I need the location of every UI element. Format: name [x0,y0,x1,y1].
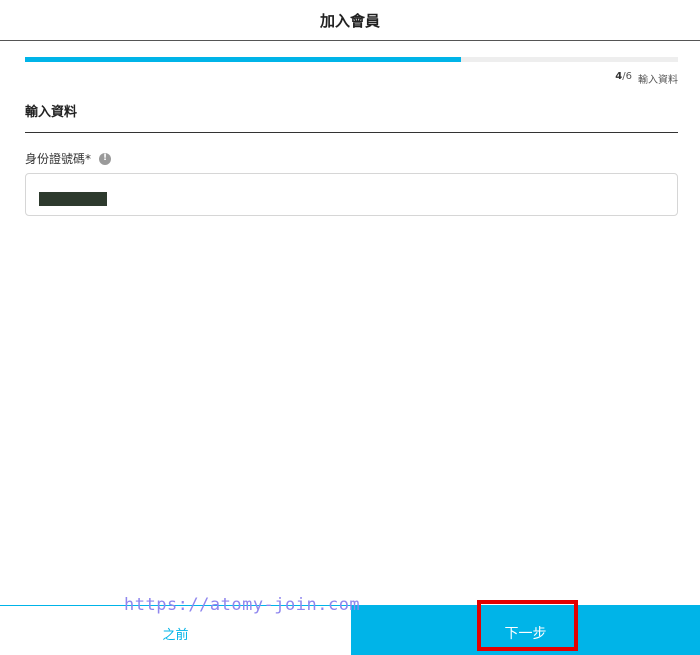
redacted-id-value [39,192,107,206]
step-indicator: 4/6 輸入資料 [615,71,678,86]
id-field-label-row: 身份證號碼* ! [25,150,112,167]
info-icon[interactable]: ! [99,152,112,165]
watermark-url: https://atomy-join.com [124,595,361,615]
progress-bar [25,57,678,62]
id-field-label: 身份證號碼* [25,152,92,166]
step-counter: 4/6 [615,71,632,86]
progress-bar-fill [25,57,461,62]
next-button[interactable]: 下一步 [351,605,700,655]
page-title: 加入會員 [319,11,380,30]
id-number-input[interactable] [25,173,678,216]
section-divider [25,132,678,133]
step-label: 輸入資料 [638,75,678,86]
page-header: 加入會員 [0,0,700,41]
step-total: /6 [622,71,632,82]
section-title: 輸入資料 [25,105,78,120]
